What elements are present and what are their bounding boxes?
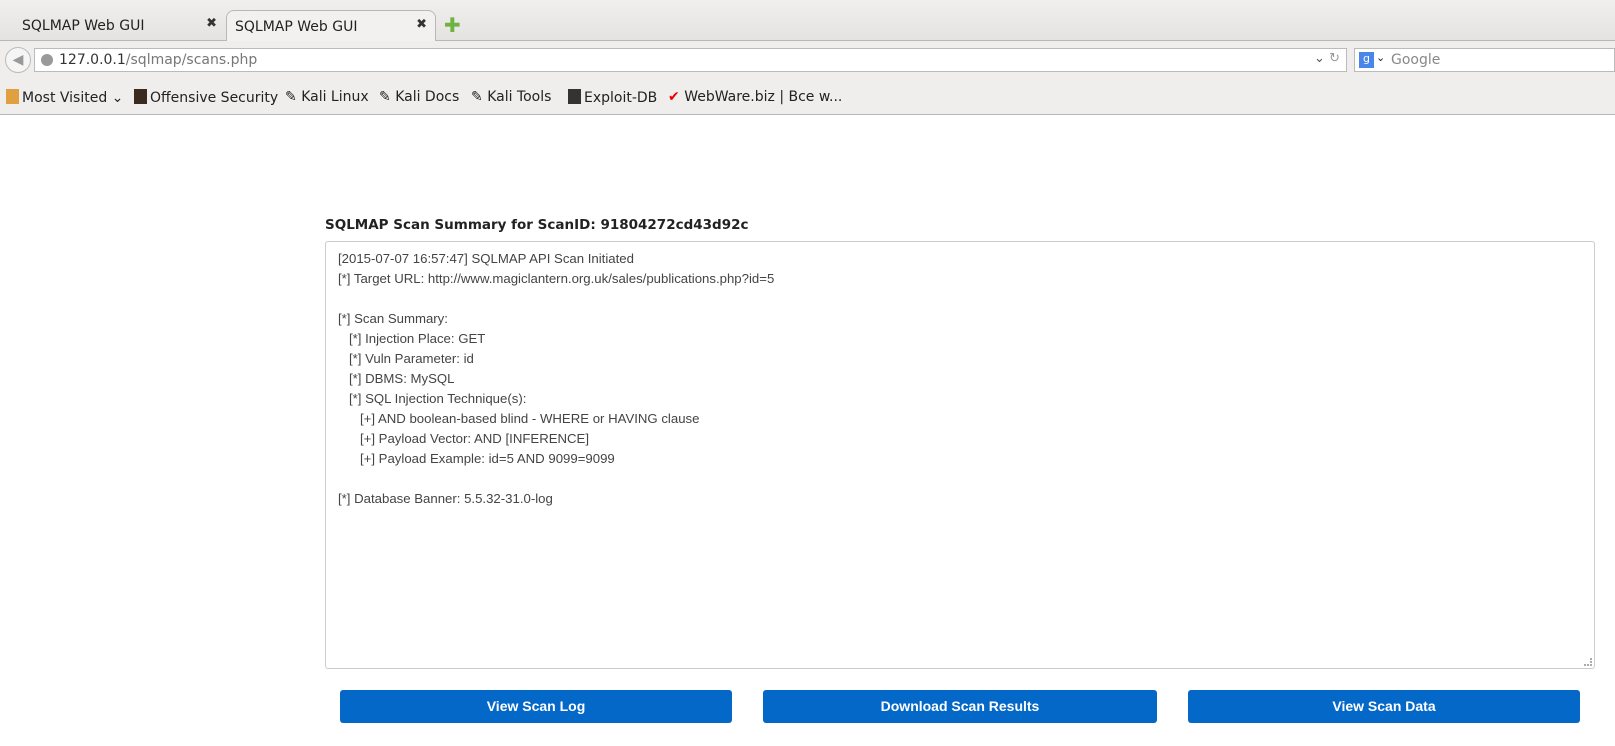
bookmark-kali-tools[interactable]: ✎ Kali Tools bbox=[471, 89, 551, 105]
close-icon[interactable]: ✖ bbox=[416, 17, 427, 32]
bookmark-most-visited[interactable]: Most Visited ⌄ bbox=[6, 89, 123, 106]
back-arrow-icon[interactable]: ◀ bbox=[5, 47, 31, 73]
checkmark-icon: ✔ bbox=[668, 89, 680, 105]
bookmark-label: Kali Linux bbox=[301, 89, 369, 105]
tab-label: SQLMAP Web GUI bbox=[22, 18, 145, 34]
google-icon[interactable]: g bbox=[1359, 52, 1374, 68]
url-host: 127.0.0.1 bbox=[59, 52, 126, 68]
bookmark-kali-linux[interactable]: ✎ Kali Linux bbox=[285, 89, 369, 105]
view-scan-log-button[interactable]: View Scan Log bbox=[340, 690, 732, 723]
tab-bar: SQLMAP Web GUI ✖ SQLMAP Web GUI ✖ ✚ bbox=[0, 0, 1615, 41]
url-bar[interactable]: 127.0.0.1/sqlmap/scans.php ⌄ ↻ bbox=[34, 48, 1347, 72]
nav-bar: ◀ 127.0.0.1/sqlmap/scans.php ⌄ ↻ g ⌄ Goog… bbox=[0, 41, 1615, 80]
scan-summary-textarea[interactable]: [2015-07-07 16:57:47] SQLMAP API Scan In… bbox=[325, 241, 1595, 669]
bookmark-label: Kali Tools bbox=[487, 89, 552, 105]
bookmark-label: Most Visited bbox=[22, 90, 108, 106]
bookmark-exploit-db[interactable]: Exploit-DB bbox=[568, 89, 657, 106]
globe-icon bbox=[41, 54, 53, 66]
bookmark-label: Kali Docs bbox=[395, 89, 460, 105]
url-path: /sqlmap/scans.php bbox=[125, 52, 258, 68]
offsec-icon bbox=[134, 89, 147, 104]
search-placeholder: Google bbox=[1391, 52, 1441, 68]
summary-text: [2015-07-07 16:57:47] SQLMAP API Scan In… bbox=[338, 251, 775, 506]
bookmark-label: WebWare.biz | Все w... bbox=[684, 89, 843, 105]
tab-label: SQLMAP Web GUI bbox=[235, 19, 358, 35]
exploitdb-icon bbox=[568, 89, 581, 104]
new-tab-plus-icon[interactable]: ✚ bbox=[444, 15, 461, 35]
search-input[interactable]: g ⌄ Google bbox=[1354, 48, 1615, 72]
resize-handle-icon[interactable] bbox=[1584, 658, 1592, 666]
bookmark-kali-docs[interactable]: ✎ Kali Docs bbox=[379, 89, 459, 105]
bookmark-label: Offensive Security bbox=[150, 90, 279, 106]
bookmark-webware[interactable]: ✔ WebWare.biz | Все w... bbox=[668, 89, 842, 105]
tab-2-active[interactable]: SQLMAP Web GUI ✖ bbox=[226, 10, 436, 41]
chevron-down-icon[interactable]: ⌄ bbox=[1314, 51, 1325, 66]
bookmarks-toolbar: Most Visited ⌄ Offensive Security ✎ Kali… bbox=[0, 80, 1615, 115]
page-title: SQLMAP Scan Summary for ScanID: 91804272… bbox=[325, 217, 749, 233]
view-scan-data-button[interactable]: View Scan Data bbox=[1188, 690, 1580, 723]
kali-dragon-icon: ✎ bbox=[379, 89, 391, 105]
bookmark-offensive-security[interactable]: Offensive Security bbox=[134, 89, 278, 106]
download-scan-results-button[interactable]: Download Scan Results bbox=[763, 690, 1157, 723]
kali-dragon-icon: ✎ bbox=[471, 89, 483, 105]
kali-dragon-icon: ✎ bbox=[285, 89, 297, 105]
bookmark-label: Exploit-DB bbox=[584, 90, 658, 106]
reload-icon[interactable]: ↻ bbox=[1329, 51, 1340, 66]
chevron-down-icon: ⌄ bbox=[107, 90, 124, 106]
folder-icon bbox=[6, 89, 19, 104]
tab-1[interactable]: SQLMAP Web GUI ✖ bbox=[0, 10, 225, 41]
close-icon[interactable]: ✖ bbox=[206, 16, 217, 31]
chevron-down-icon[interactable]: ⌄ bbox=[1376, 51, 1385, 64]
